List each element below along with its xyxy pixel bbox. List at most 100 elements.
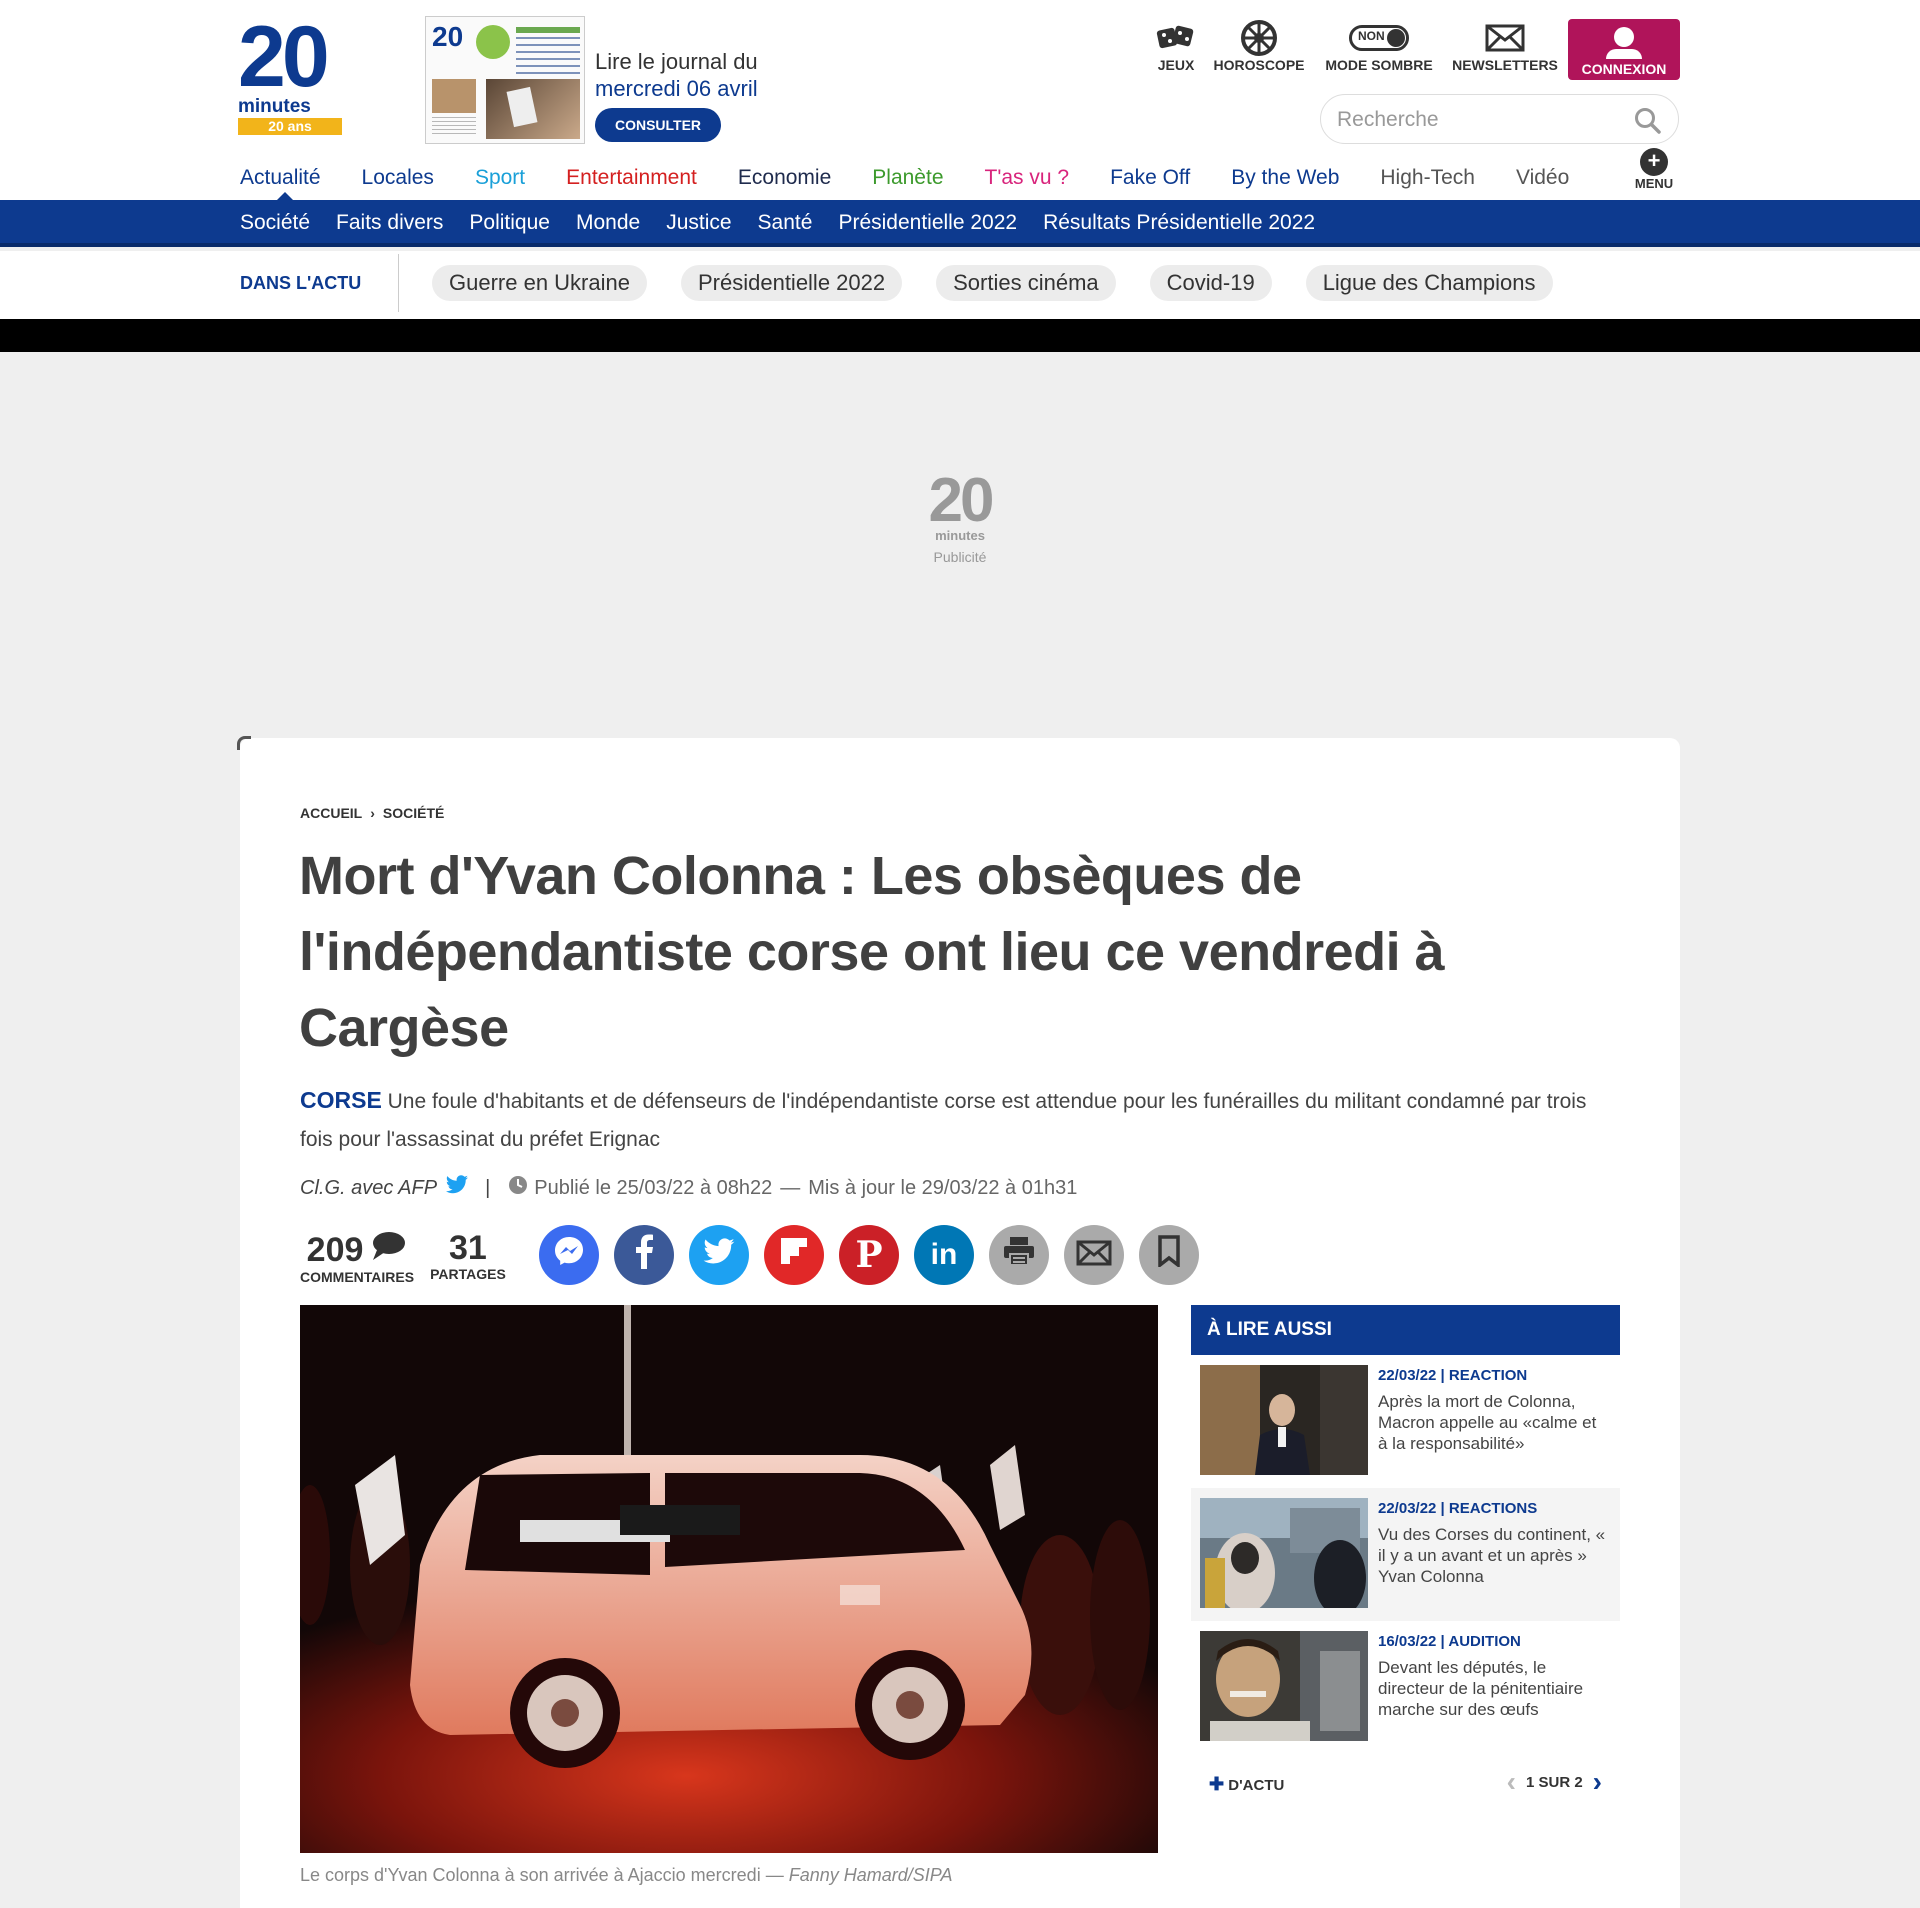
nav-item-plan-te[interactable]: Planète — [872, 160, 943, 196]
topic-pill[interactable]: Ligue des Champions — [1305, 265, 1553, 301]
consulter-button[interactable]: CONSULTER — [595, 108, 721, 142]
printer-icon — [1002, 1236, 1036, 1274]
share-linkedin-button[interactable]: in — [914, 1225, 974, 1285]
search-icon[interactable] — [1634, 107, 1662, 140]
related-article[interactable]: 16/03/22 | AUDITION Devant les députés, … — [1191, 1621, 1620, 1754]
twitter-bird-icon — [702, 1237, 736, 1274]
topic-pill[interactable]: Guerre en Ukraine — [432, 265, 647, 301]
breadcrumb-societe[interactable]: SOCIÉTÉ — [383, 805, 444, 821]
jeux-link[interactable]: JEUX — [1154, 20, 1198, 80]
nav-item-locales[interactable]: Locales — [362, 160, 434, 196]
share-flipboard-button[interactable] — [764, 1225, 824, 1285]
dark-mode-toggle[interactable]: NON MODE SOMBRE — [1320, 20, 1438, 80]
shares-label: PARTAGES — [430, 1266, 506, 1282]
user-icon — [1614, 27, 1634, 47]
plus-icon: + — [1640, 148, 1668, 176]
nav-item-sport[interactable]: Sport — [475, 160, 525, 196]
nav-item-by-the-web[interactable]: By the Web — [1231, 160, 1339, 196]
search-box[interactable] — [1320, 94, 1679, 144]
comments-count: 209 — [306, 1230, 364, 1269]
chevron-right-icon[interactable]: › — [1593, 1768, 1602, 1796]
nav-item-fake-off[interactable]: Fake Off — [1110, 160, 1190, 196]
journal-cover-thumbnail[interactable]: 20 — [425, 16, 585, 144]
aside-footer: ✚ D'ACTU ‹ 1 SUR 2 › — [1191, 1754, 1620, 1814]
topic-pill[interactable]: Présidentielle 2022 — [680, 265, 903, 301]
breadcrumb-accueil[interactable]: ACCUEIL — [300, 805, 362, 821]
toggle-switch-icon: NON — [1349, 25, 1409, 51]
menu-button[interactable]: + MENU — [1629, 148, 1679, 196]
logo-digits: 20 — [238, 9, 330, 105]
lead-text: Une foule d'habitants et de défenseurs d… — [300, 1090, 1587, 1151]
more-actu-label: D'ACTU — [1228, 1777, 1285, 1794]
related-headline[interactable]: Après la mort de Colonna, Macron appelle… — [1378, 1391, 1608, 1454]
related-headline[interactable]: Devant les députés, le directeur de la p… — [1378, 1657, 1608, 1720]
lead-tag[interactable]: CORSE — [300, 1087, 382, 1113]
journal-cover-logo: 20 — [432, 21, 464, 52]
print-button[interactable] — [989, 1225, 1049, 1285]
topic-pill[interactable]: Sorties cinéma — [936, 265, 1116, 301]
related-headline[interactable]: Vu des Corses du continent, « il y a un … — [1378, 1524, 1608, 1587]
article-meta: Cl.G. avec AFP | Publié le 25/03/22 à 08… — [300, 1175, 1077, 1201]
nav-item-economie[interactable]: Economie — [738, 160, 831, 196]
email-share-button[interactable] — [1064, 1225, 1124, 1285]
active-nav-indicator — [277, 192, 293, 200]
newsletters-link[interactable]: NEWSLETTERS — [1450, 20, 1560, 80]
subnav-item[interactable]: Justice — [666, 200, 731, 246]
bookmark-button[interactable] — [1139, 1225, 1199, 1285]
article-title: Mort d'Yvan Colonna : Les obsèques de l'… — [299, 846, 1445, 1058]
twitter-icon[interactable] — [445, 1175, 469, 1201]
facebook-icon — [633, 1233, 655, 1277]
nav-item-actualit[interactable]: Actualité — [240, 160, 321, 196]
nav-item-vid-o[interactable]: Vidéo — [1516, 160, 1569, 196]
pager-text: 1 SUR 2 — [1525, 1773, 1583, 1791]
related-kicker: 16/03/22 | AUDITION — [1378, 1633, 1521, 1650]
main-nav: Actualité Locales Sport Entertainment Econom… — [240, 160, 1610, 196]
black-band — [0, 319, 1920, 352]
a-lire-aussi: À LIRE AUSSI 22/03/22 | REACTION Après l… — [1191, 1305, 1620, 1814]
nav-item-entertainment[interactable]: Entertainment — [566, 160, 697, 196]
date-separator: — — [780, 1176, 801, 1199]
journal-promo-date: mercredi 06 avril — [595, 76, 758, 101]
topic-pill[interactable]: Covid-19 — [1149, 265, 1272, 301]
chevron-left-icon[interactable]: ‹ — [1507, 1768, 1516, 1796]
more-actu-link[interactable]: ✚ D'ACTU — [1209, 1774, 1284, 1795]
share-pinterest-button[interactable]: P — [839, 1225, 899, 1285]
subnav-item[interactable]: Santé — [758, 200, 813, 246]
subnav-item[interactable]: Société — [240, 200, 310, 246]
subnav-item[interactable]: Faits divers — [336, 200, 443, 246]
meta-separator: | — [485, 1176, 491, 1199]
share-buttons: P in — [539, 1225, 1214, 1285]
journal-cover-headline — [516, 37, 580, 77]
nav-item-high-tech[interactable]: High-Tech — [1380, 160, 1475, 196]
share-messenger-button[interactable] — [539, 1225, 599, 1285]
jeux-label: JEUX — [1157, 57, 1195, 73]
subnav-item[interactable]: Résultats Présidentielle 2022 — [1043, 200, 1315, 246]
related-article[interactable]: 22/03/22 | REACTIONS Vu des Corses du co… — [1191, 1488, 1620, 1621]
dice-icon — [1154, 20, 1198, 56]
subnav-item[interactable]: Présidentielle 2022 — [838, 200, 1017, 246]
article-stats: 209 COMMENTAIRES 31 PARTAGES — [300, 1230, 522, 1285]
site-logo[interactable]: 20 minutes 20 ans — [238, 14, 344, 142]
ad-logo-digits: 20 — [928, 466, 995, 535]
chevron-right-icon: › — [370, 805, 375, 821]
nav-item-t-as-vu[interactable]: T'as vu ? — [985, 160, 1070, 196]
subnav-item[interactable]: Monde — [576, 200, 640, 246]
logo-word: minutes — [238, 96, 311, 117]
connexion-button[interactable]: CONNEXION — [1568, 19, 1680, 80]
subnav-item[interactable]: Politique — [469, 200, 550, 246]
related-article[interactable]: 22/03/22 | REACTION Après la mort de Col… — [1191, 1355, 1620, 1488]
zodiac-wheel-icon — [1210, 20, 1308, 56]
related-thumbnail — [1200, 1631, 1368, 1741]
clock-icon — [508, 1175, 528, 1201]
horoscope-link[interactable]: HOROSCOPE — [1210, 20, 1308, 80]
share-facebook-button[interactable] — [614, 1225, 674, 1285]
shares-stat: 31 PARTAGES — [430, 1230, 506, 1285]
article-photo[interactable] — [300, 1305, 1158, 1853]
share-twitter-button[interactable] — [689, 1225, 749, 1285]
envelope-icon — [1076, 1237, 1112, 1274]
user-icon-body — [1606, 49, 1642, 59]
search-input[interactable] — [1337, 105, 1617, 135]
comments-stat[interactable]: 209 COMMENTAIRES — [300, 1230, 414, 1286]
dark-mode-label: MODE SOMBRE — [1325, 57, 1433, 73]
toggle-state: NON — [1358, 29, 1385, 43]
